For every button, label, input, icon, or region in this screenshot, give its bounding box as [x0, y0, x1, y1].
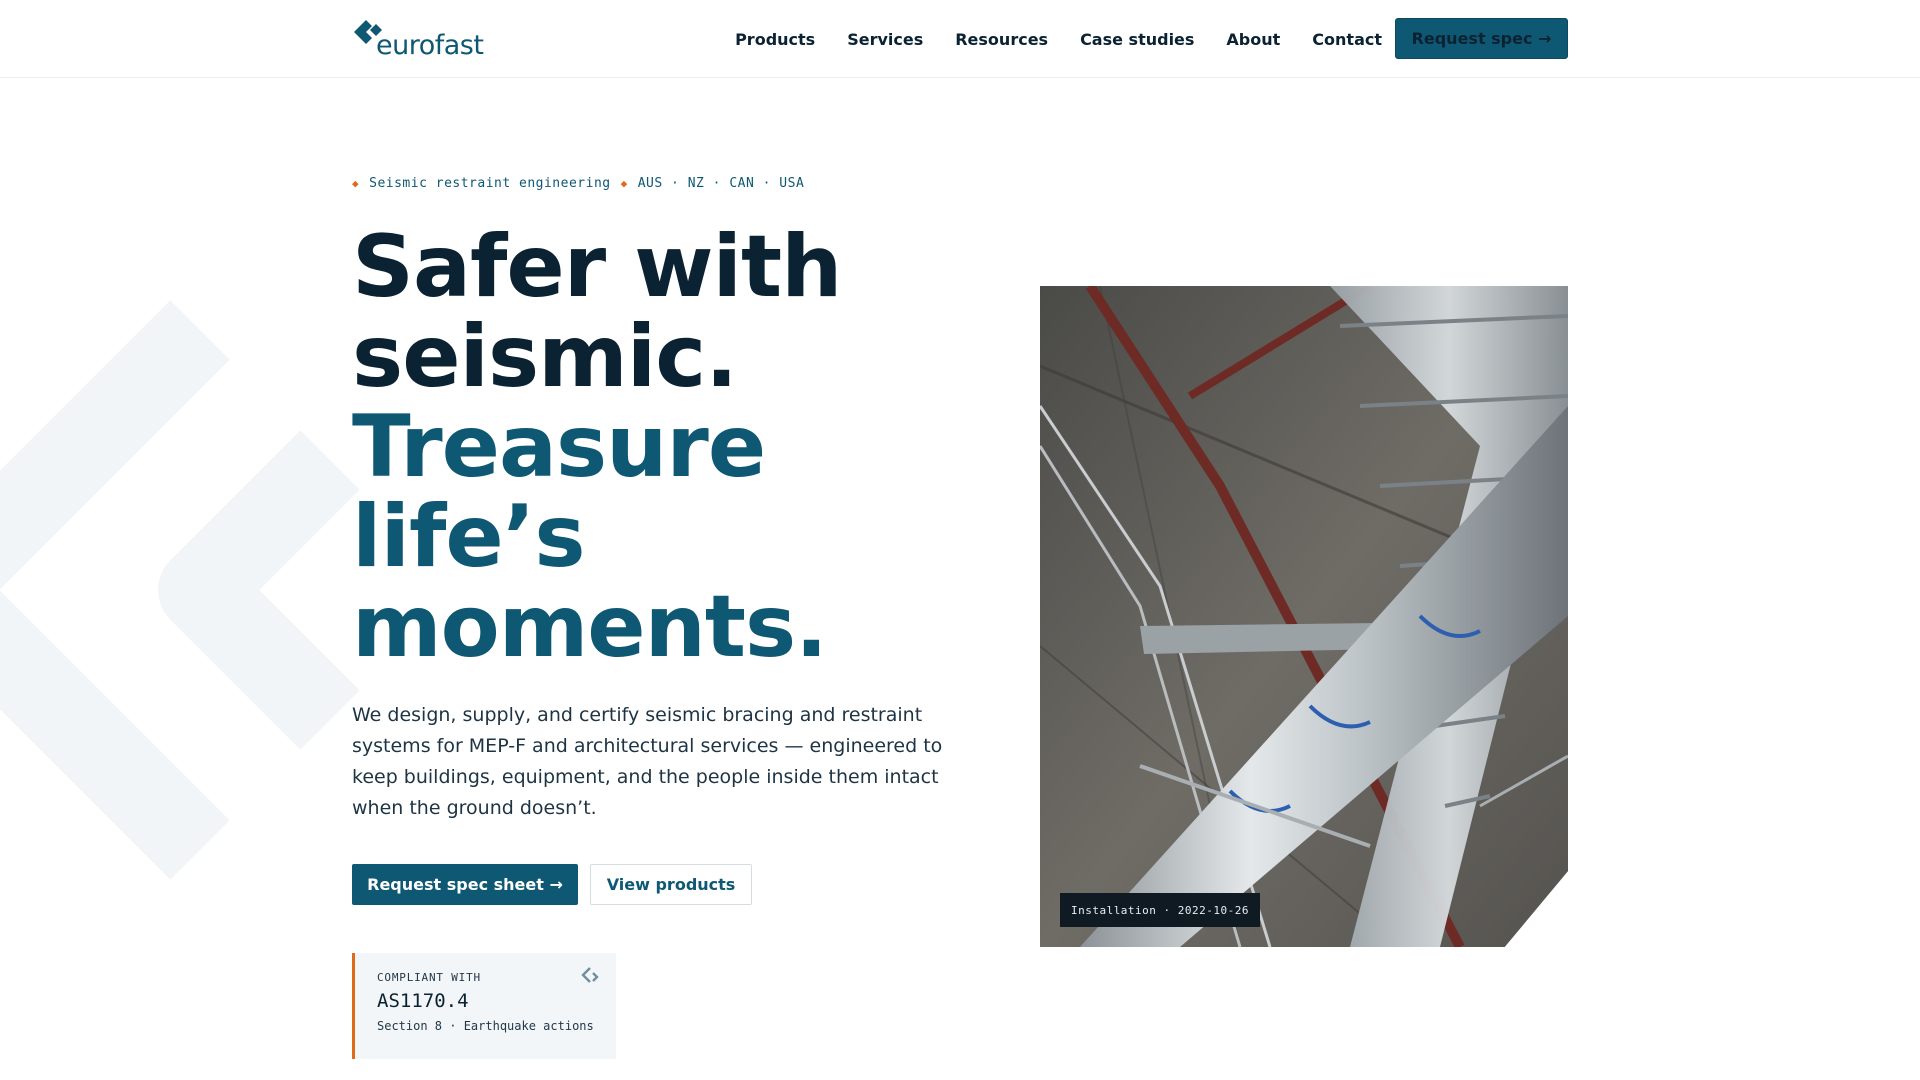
- main-nav: Products Services Resources Case studies…: [735, 0, 1382, 78]
- compliance-standard: AS1170.4: [377, 990, 469, 1012]
- photo-illustration: [1040, 286, 1568, 947]
- headline-accent-line: life’s: [352, 487, 586, 587]
- photo-caption: Installation · 2022-10-26: [1060, 893, 1260, 927]
- hero-eyebrow: ◆ Seismic restraint engineering ◆ AUS · …: [352, 176, 804, 191]
- nav-resources[interactable]: Resources: [955, 30, 1048, 49]
- headline-line: seismic.: [352, 307, 738, 407]
- headline-accent-line: moments.: [352, 577, 828, 677]
- view-products-button[interactable]: View products: [590, 864, 752, 905]
- diamond-icon: ◆: [620, 177, 628, 190]
- logo-text: eurofast: [376, 30, 484, 61]
- headline-accent-line: Treasure: [352, 397, 766, 497]
- logo[interactable]: eurofast: [352, 16, 484, 61]
- nav-case-studies[interactable]: Case studies: [1080, 30, 1194, 49]
- compliance-section: Section 8 · Earthquake actions: [377, 1019, 594, 1033]
- nav-products[interactable]: Products: [735, 30, 815, 49]
- installation-photo: [1040, 286, 1568, 947]
- hero-headline: Safer with seismic. Treasure life’s mome…: [352, 222, 992, 672]
- eyebrow-regions: AUS · NZ · CAN · USA: [637, 176, 805, 191]
- hero-description: We design, supply, and certify seismic b…: [352, 704, 943, 819]
- logo-mark-icon: [581, 967, 599, 983]
- nav-about[interactable]: About: [1226, 30, 1280, 49]
- compliance-card: COMPLIANT WITH AS1170.4 Section 8 · Eart…: [352, 953, 616, 1059]
- request-spec-sheet-button[interactable]: Request spec sheet →: [352, 864, 578, 905]
- nav-contact[interactable]: Contact: [1312, 30, 1382, 49]
- headline-line: Safer with: [352, 217, 842, 317]
- request-spec-button[interactable]: Request spec →: [1395, 18, 1568, 59]
- nav-services[interactable]: Services: [847, 30, 923, 49]
- diamond-icon: ◆: [352, 177, 360, 190]
- site-header: eurofast Products Services Resources Cas…: [0, 0, 1920, 78]
- eyebrow-discipline: Seismic restraint engineering: [369, 176, 611, 191]
